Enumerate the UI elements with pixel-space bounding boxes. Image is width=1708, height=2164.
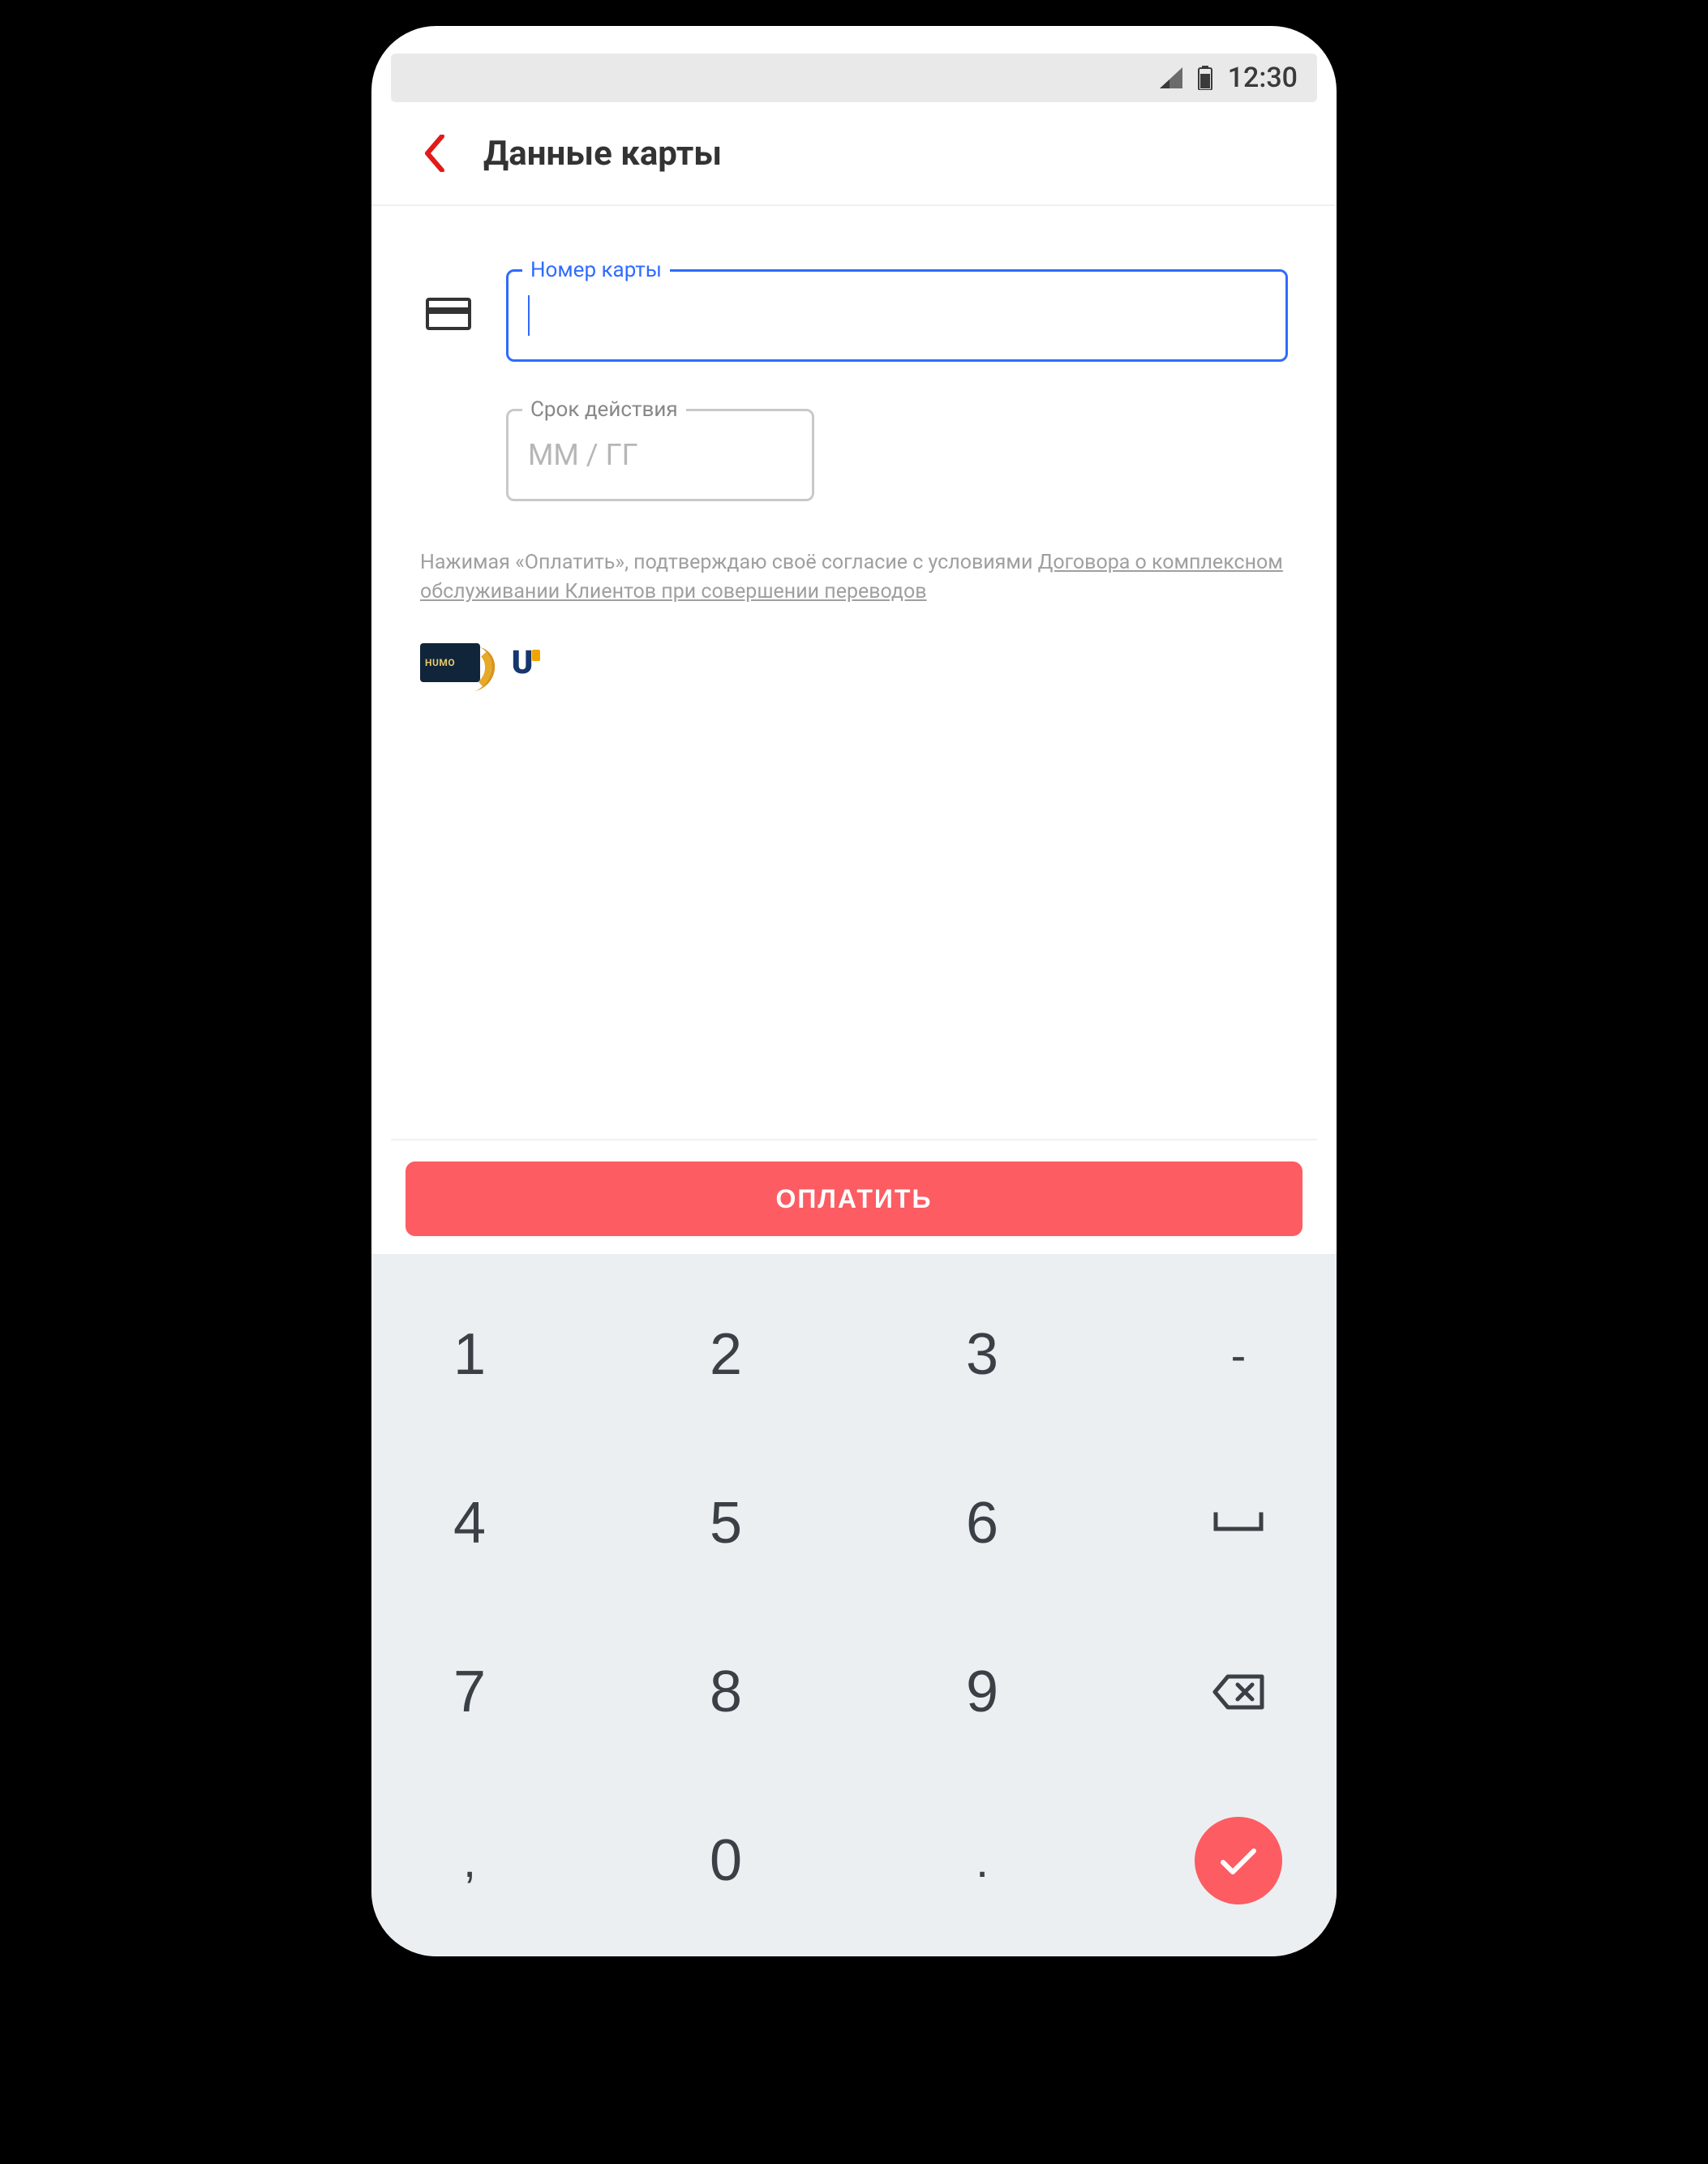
phone-frame: 12:30 Данные карты Номер карты xyxy=(371,26,1337,1956)
key-3[interactable]: 3 xyxy=(905,1286,1059,1423)
signal-icon xyxy=(1160,67,1182,88)
backspace-icon xyxy=(1212,1673,1265,1711)
key-space[interactable] xyxy=(1161,1454,1315,1592)
consent-prefix: Нажимая «Оплатить», подтверждаю своё сог… xyxy=(420,551,1038,574)
key-enter[interactable] xyxy=(1161,1792,1315,1930)
key-0[interactable]: 0 xyxy=(649,1792,803,1930)
text-caret xyxy=(528,295,530,336)
expiry-field[interactable]: Срок действия ММ / ГГ xyxy=(506,409,814,501)
card-form: Номер карты Срок действия ММ / ГГ Нажима… xyxy=(391,206,1317,682)
key-backspace[interactable] xyxy=(1161,1623,1315,1761)
key-5[interactable]: 5 xyxy=(649,1454,803,1592)
card-number-label: Номер карты xyxy=(522,258,670,282)
numeric-keypad: 1 2 3 - 4 5 6 7 8 9 , 0 . xyxy=(371,1254,1337,1956)
humo-card-icon: HUMO xyxy=(420,643,480,682)
check-icon xyxy=(1218,1844,1259,1877)
key-8[interactable]: 8 xyxy=(649,1623,803,1761)
key-4[interactable]: 4 xyxy=(393,1454,547,1592)
key-1[interactable]: 1 xyxy=(393,1286,547,1423)
back-button[interactable] xyxy=(414,129,454,178)
humo-label: HUMO xyxy=(425,657,455,668)
page-title: Данные карты xyxy=(483,134,722,174)
uzcard-label: U xyxy=(512,643,534,681)
key-2[interactable]: 2 xyxy=(649,1286,803,1423)
chevron-left-icon xyxy=(423,135,445,172)
battery-icon xyxy=(1197,66,1213,90)
expiry-label: Срок действия xyxy=(522,397,686,422)
header: Данные карты xyxy=(391,102,1317,204)
key-comma[interactable]: , xyxy=(393,1792,547,1930)
expiry-placeholder: ММ / ГГ xyxy=(528,438,638,472)
card-number-field[interactable]: Номер карты xyxy=(506,269,1288,362)
key-minus[interactable]: - xyxy=(1161,1286,1315,1423)
status-bar: 12:30 xyxy=(391,54,1317,102)
pay-section: ОПЛАТИТЬ xyxy=(391,1139,1317,1254)
pay-button-label: ОПЛАТИТЬ xyxy=(776,1184,933,1214)
consent-text: Нажимая «Оплатить», подтверждаю своё сог… xyxy=(420,548,1288,608)
space-icon xyxy=(1212,1511,1264,1535)
uzcard-icon: U xyxy=(503,643,542,682)
pay-button[interactable]: ОПЛАТИТЬ xyxy=(406,1161,1302,1236)
key-9[interactable]: 9 xyxy=(905,1623,1059,1761)
key-dot[interactable]: . xyxy=(905,1792,1059,1930)
key-7[interactable]: 7 xyxy=(393,1623,547,1761)
key-6[interactable]: 6 xyxy=(905,1454,1059,1592)
enter-circle xyxy=(1195,1817,1282,1904)
card-icon xyxy=(426,298,471,333)
status-time: 12:30 xyxy=(1228,62,1298,94)
card-brands: HUMO U xyxy=(420,643,1288,682)
